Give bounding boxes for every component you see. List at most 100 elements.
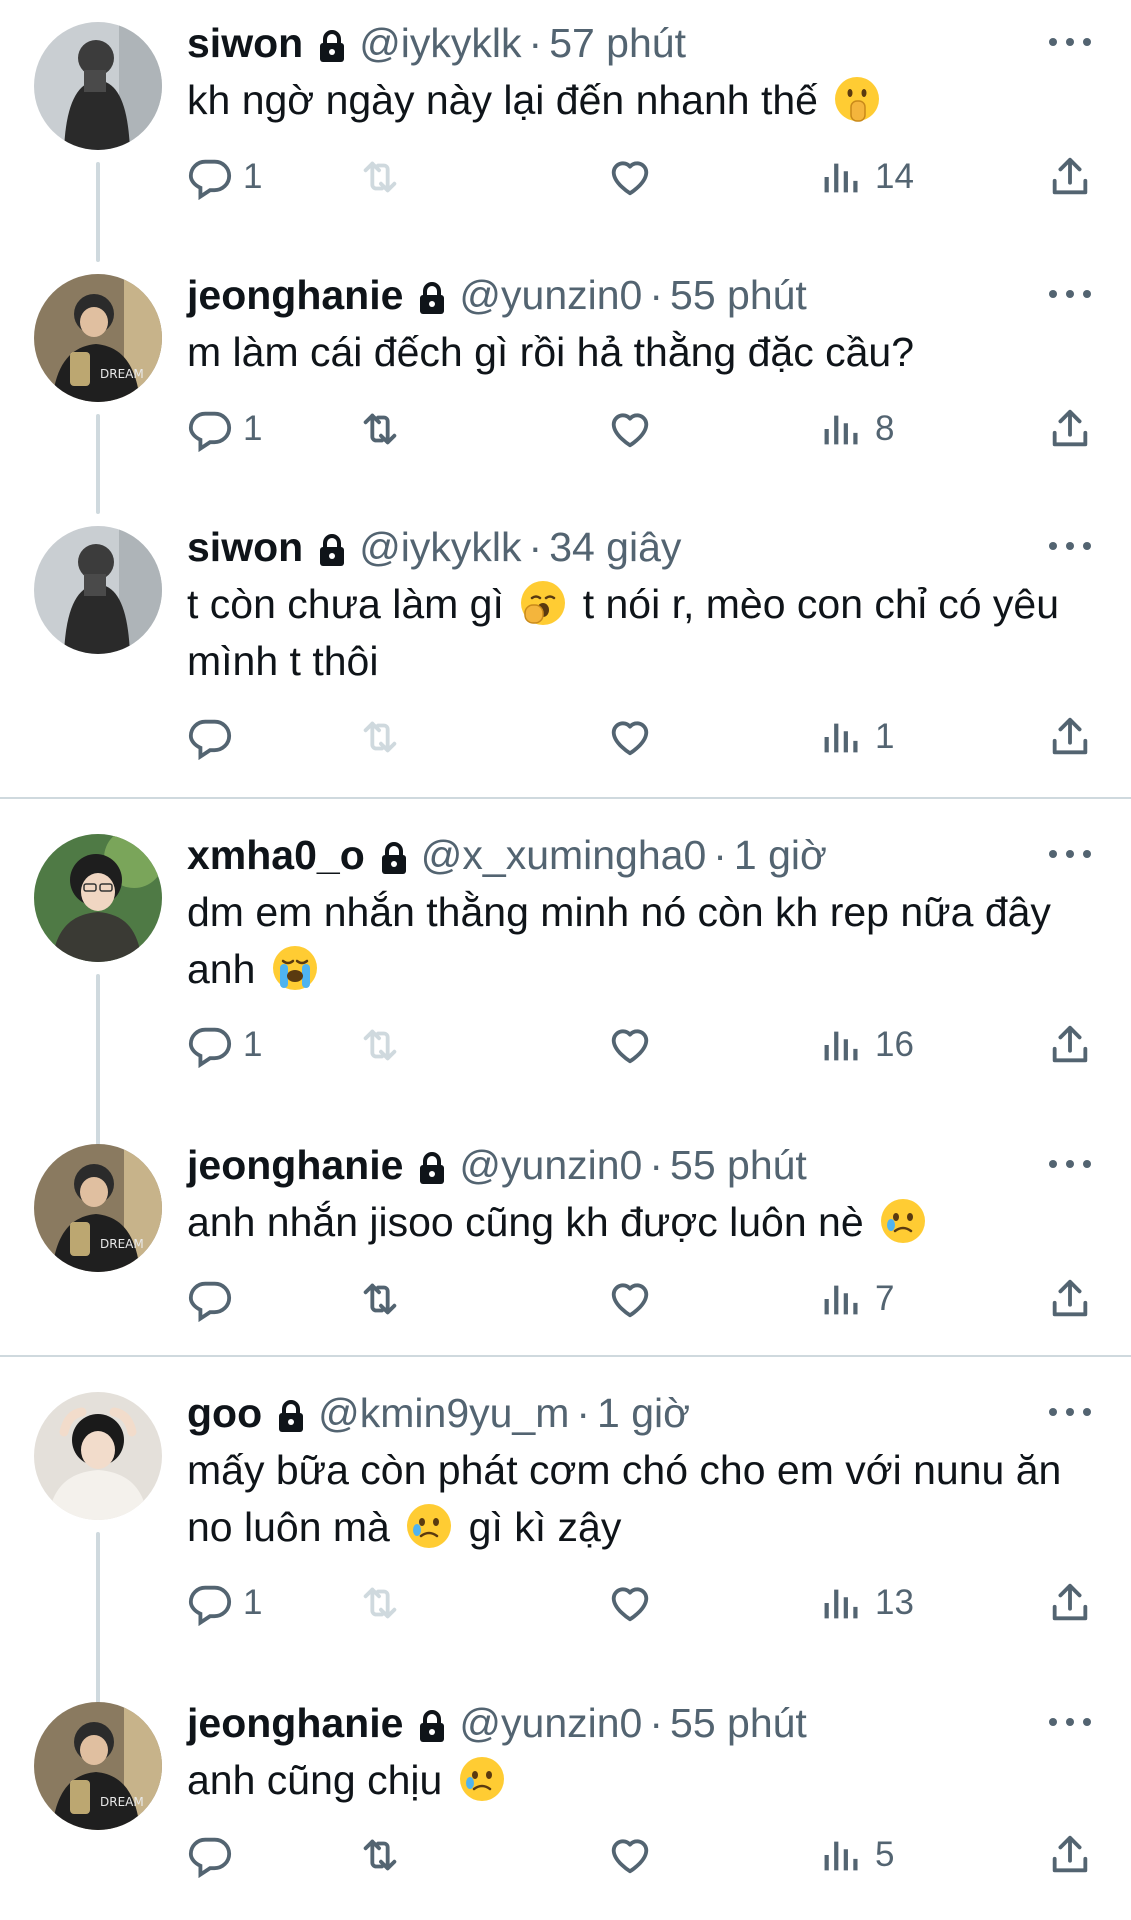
display-name[interactable]: jeonghanie bbox=[187, 1142, 403, 1189]
svg-text:DREAM: DREAM bbox=[100, 367, 144, 381]
tweet[interactable]: xmha0_o @x_xumingha0 · 1 giờ dm em nhắn … bbox=[0, 812, 1131, 1152]
username[interactable]: @yunzin0 bbox=[459, 272, 642, 319]
more-icon[interactable] bbox=[1049, 36, 1091, 48]
shushing-face-icon bbox=[835, 77, 880, 122]
avatar[interactable] bbox=[34, 1392, 162, 1520]
reply-button[interactable] bbox=[187, 1830, 243, 1880]
more-icon[interactable] bbox=[1049, 1716, 1091, 1728]
reply-button[interactable]: 1 bbox=[187, 1578, 262, 1628]
like-button[interactable] bbox=[607, 712, 653, 762]
share-button[interactable] bbox=[1047, 404, 1093, 454]
reply-count: 1 bbox=[243, 1583, 263, 1622]
views-icon bbox=[824, 1031, 858, 1061]
reply-icon bbox=[188, 1281, 232, 1322]
reply-button[interactable]: 1 bbox=[187, 152, 262, 202]
retweet-button bbox=[357, 152, 403, 202]
display-name[interactable]: goo bbox=[187, 1390, 262, 1437]
more-icon[interactable] bbox=[1049, 1158, 1091, 1170]
tweet-actions: 7 bbox=[187, 1274, 1097, 1324]
avatar[interactable]: DREAM bbox=[34, 1702, 162, 1830]
text-part: anh nhắn jisoo cũng kh được luôn nè bbox=[187, 1199, 864, 1245]
reply-button[interactable]: 1 bbox=[187, 404, 262, 454]
avatar[interactable]: DREAM bbox=[34, 1144, 162, 1272]
share-button[interactable] bbox=[1047, 152, 1093, 202]
display-name[interactable]: siwon bbox=[187, 20, 303, 67]
timestamp[interactable]: 1 giờ bbox=[597, 1390, 690, 1437]
share-button[interactable] bbox=[1047, 1830, 1093, 1880]
like-icon bbox=[611, 1839, 649, 1874]
views-button[interactable]: 16 bbox=[819, 1020, 914, 1070]
views-button[interactable]: 7 bbox=[819, 1274, 894, 1324]
svg-text:DREAM: DREAM bbox=[100, 1795, 144, 1809]
username[interactable]: @iykyklk bbox=[359, 20, 521, 67]
tweet[interactable]: DREAM jeonghanie @yunzin0 · 55 phút anh … bbox=[0, 1680, 1131, 1920]
retweet-button[interactable] bbox=[357, 1830, 403, 1880]
views-button[interactable]: 8 bbox=[819, 404, 894, 454]
timestamp[interactable]: 55 phút bbox=[670, 1142, 807, 1189]
username[interactable]: @kmin9yu_m bbox=[318, 1390, 569, 1437]
share-button[interactable] bbox=[1047, 1274, 1093, 1324]
share-button[interactable] bbox=[1047, 1020, 1093, 1070]
retweet-button[interactable] bbox=[357, 404, 403, 454]
tweet-actions: 1 8 bbox=[187, 404, 1097, 454]
tweet-header: jeonghanie @yunzin0 · 55 phút bbox=[187, 272, 807, 318]
display-name[interactable]: jeonghanie bbox=[187, 272, 403, 319]
separator: · bbox=[528, 523, 543, 570]
retweet-button[interactable] bbox=[357, 1274, 403, 1324]
timestamp[interactable]: 55 phút bbox=[670, 1700, 807, 1747]
avatar[interactable] bbox=[34, 526, 162, 654]
more-icon[interactable] bbox=[1049, 848, 1091, 860]
like-button[interactable] bbox=[607, 404, 653, 454]
lock-icon bbox=[317, 26, 347, 62]
more-icon[interactable] bbox=[1049, 1406, 1091, 1418]
tweet[interactable]: siwon @iykyklk · 57 phút kh ngờ ngày này… bbox=[0, 0, 1131, 262]
tweet-actions: 1 bbox=[187, 712, 1097, 762]
share-icon bbox=[1052, 409, 1088, 447]
more-icon[interactable] bbox=[1049, 540, 1091, 552]
views-button[interactable]: 1 bbox=[819, 712, 894, 762]
tweet[interactable]: goo @kmin9yu_m · 1 giờ mấy bữa còn phát … bbox=[0, 1370, 1131, 1710]
tweet-actions: 5 bbox=[187, 1830, 1097, 1880]
retweet-icon bbox=[363, 721, 397, 753]
tweet[interactable]: DREAM jeonghanie @yunzin0 · 55 phút anh … bbox=[0, 1122, 1131, 1372]
reply-button[interactable]: 1 bbox=[187, 1020, 262, 1070]
views-button[interactable]: 14 bbox=[819, 152, 914, 202]
reply-button[interactable] bbox=[187, 1274, 243, 1324]
reply-button[interactable] bbox=[187, 712, 243, 762]
like-button[interactable] bbox=[607, 1020, 653, 1070]
tweet-text: anh nhắn jisoo cũng kh được luôn nè bbox=[187, 1194, 1097, 1251]
views-count: 8 bbox=[875, 409, 895, 448]
share-button[interactable] bbox=[1047, 712, 1093, 762]
display-name[interactable]: siwon bbox=[187, 524, 303, 571]
more-icon[interactable] bbox=[1049, 288, 1091, 300]
retweet-button bbox=[357, 1020, 403, 1070]
username[interactable]: @iykyklk bbox=[359, 524, 521, 571]
timestamp[interactable]: 34 giây bbox=[549, 524, 681, 571]
username[interactable]: @yunzin0 bbox=[459, 1700, 642, 1747]
avatar[interactable] bbox=[34, 834, 162, 962]
like-button[interactable] bbox=[607, 1578, 653, 1628]
username[interactable]: @x_xumingha0 bbox=[421, 832, 707, 879]
like-button[interactable] bbox=[607, 1274, 653, 1324]
text-part: gì kì zậy bbox=[468, 1504, 622, 1550]
username[interactable]: @yunzin0 bbox=[459, 1142, 642, 1189]
share-button[interactable] bbox=[1047, 1578, 1093, 1628]
views-button[interactable]: 13 bbox=[819, 1578, 914, 1628]
tweet[interactable]: siwon @iykyklk · 34 giây t còn chưa làm … bbox=[0, 504, 1131, 796]
timestamp[interactable]: 1 giờ bbox=[734, 832, 827, 879]
display-name[interactable]: xmha0_o bbox=[187, 832, 365, 879]
views-button[interactable]: 5 bbox=[819, 1830, 894, 1880]
separator: · bbox=[576, 1389, 591, 1436]
avatar[interactable] bbox=[34, 22, 162, 150]
avatar[interactable]: DREAM bbox=[34, 274, 162, 402]
share-icon bbox=[1052, 1835, 1088, 1873]
tweet-header: siwon @iykyklk · 34 giây bbox=[187, 524, 681, 570]
like-button[interactable] bbox=[607, 1830, 653, 1880]
like-button[interactable] bbox=[607, 152, 653, 202]
tweet[interactable]: DREAM jeonghanie @yunzin0 · 55 phút m là… bbox=[0, 252, 1131, 514]
timestamp[interactable]: 57 phút bbox=[549, 20, 686, 67]
lock-icon bbox=[317, 530, 347, 566]
tweet-text: anh cũng chịu bbox=[187, 1752, 1097, 1809]
display-name[interactable]: jeonghanie bbox=[187, 1700, 403, 1747]
timestamp[interactable]: 55 phút bbox=[670, 272, 807, 319]
